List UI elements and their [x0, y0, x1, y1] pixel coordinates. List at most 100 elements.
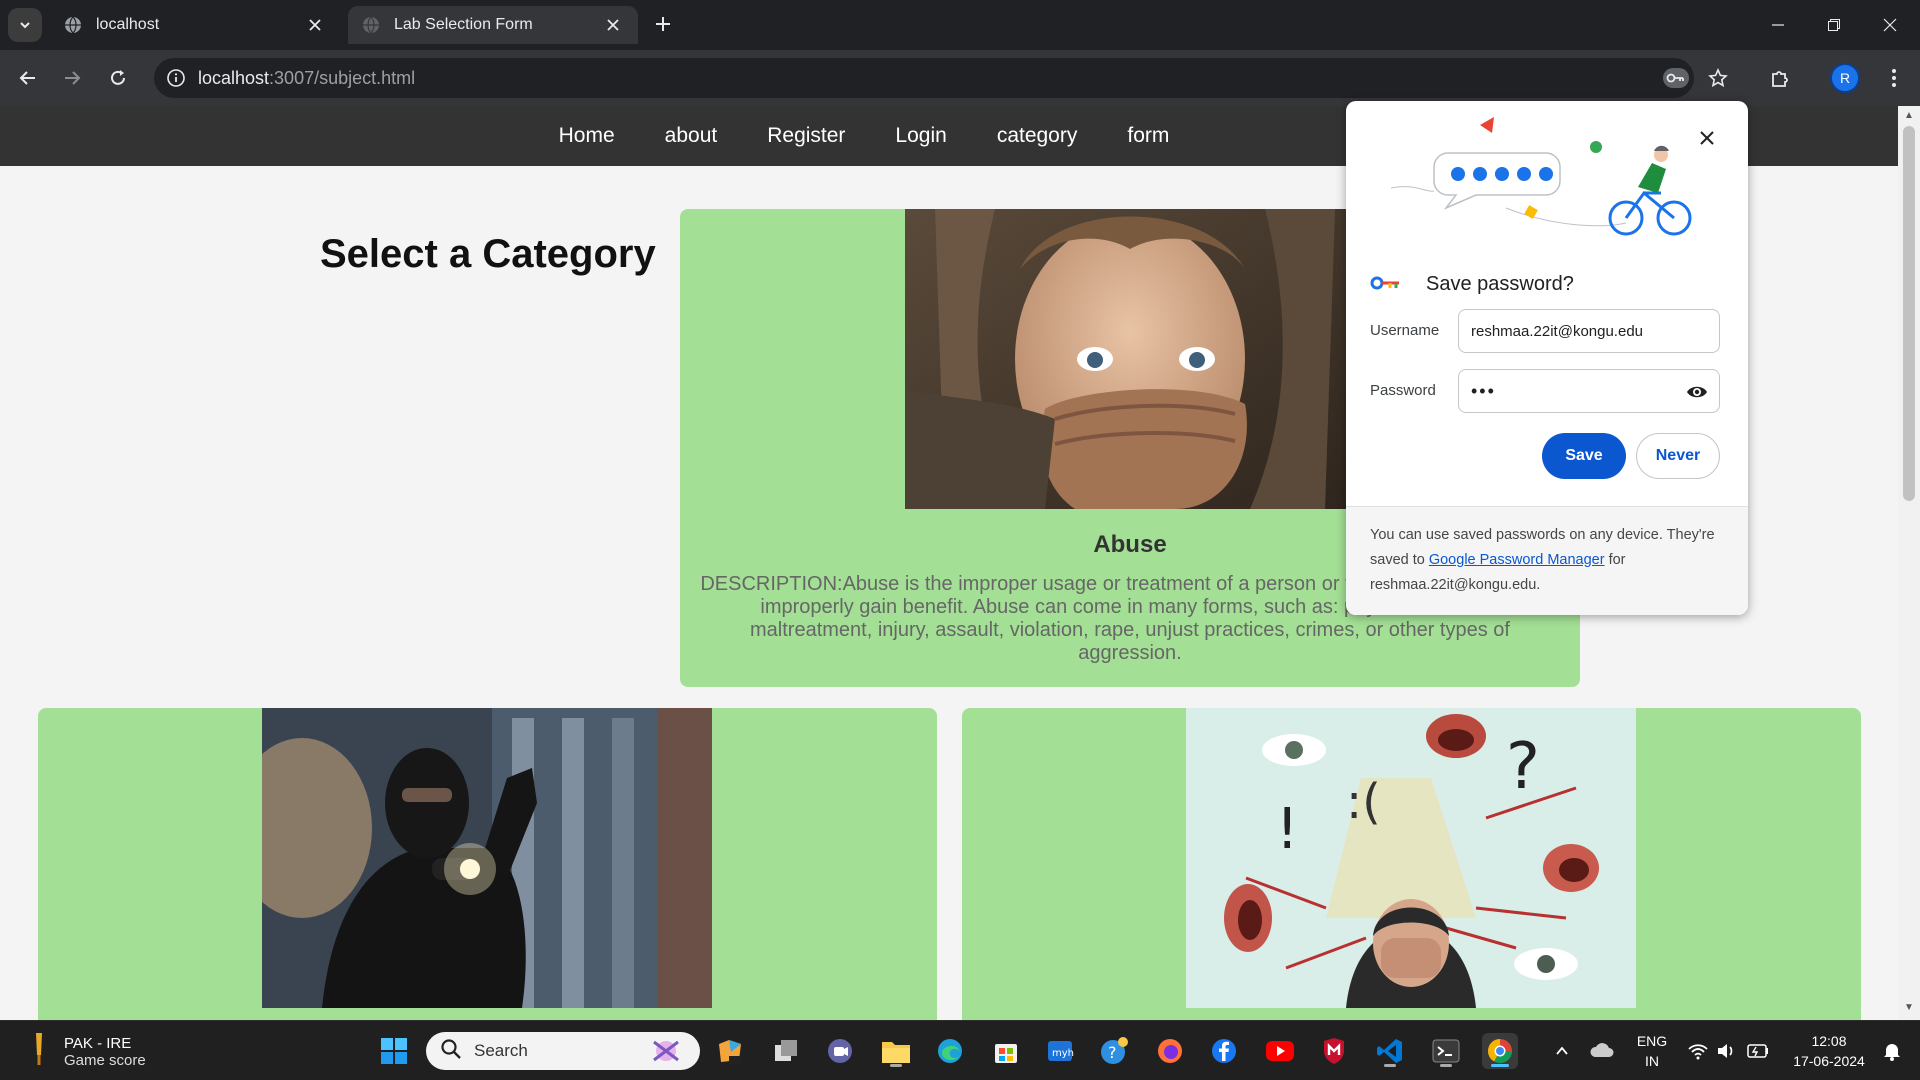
teams-meet-icon[interactable] — [822, 1033, 858, 1069]
new-tab-button[interactable] — [648, 9, 678, 39]
edge-browser-icon[interactable] — [932, 1033, 968, 1069]
windows-taskbar: PAK - IRE Game score Search myhp ? — [0, 1020, 1920, 1080]
close-tab-icon[interactable] — [602, 14, 624, 36]
never-button[interactable]: Never — [1636, 433, 1720, 479]
nav-link-register[interactable]: Register — [767, 124, 845, 148]
username-field[interactable]: reshmaa.22it@kongu.edu — [1458, 309, 1720, 353]
nav-link-category[interactable]: category — [997, 124, 1078, 148]
show-password-eye-icon[interactable] — [1685, 380, 1709, 404]
page-scrollbar[interactable]: ▲ ▼ — [1898, 106, 1920, 1020]
browser-tab-lab-selection-form[interactable]: Lab Selection Form — [348, 6, 638, 44]
back-arrow-icon[interactable] — [10, 60, 46, 96]
search-placeholder: Search — [474, 1041, 528, 1060]
svg-text:!: ! — [1276, 797, 1298, 862]
youtube-icon[interactable] — [1262, 1033, 1298, 1069]
password-field[interactable]: ••• — [1458, 369, 1720, 413]
cricket-bat-icon — [28, 1031, 50, 1072]
search-highlight-icon — [646, 1036, 686, 1071]
show-hidden-icons-chevron-icon[interactable] — [1544, 1033, 1580, 1069]
google-password-manager-link[interactable]: Google Password Manager — [1429, 552, 1605, 568]
tab-search-button[interactable] — [8, 8, 42, 42]
scroll-up-icon[interactable]: ▲ — [1904, 110, 1914, 121]
browser-tab-localhost[interactable]: localhost — [50, 6, 340, 44]
widget-headline: PAK - IRE — [64, 1034, 132, 1052]
globe-icon — [362, 16, 380, 34]
nav-link-login[interactable]: Login — [895, 124, 946, 148]
password-label: Password — [1370, 382, 1436, 399]
password-key-icon[interactable] — [1658, 60, 1694, 96]
browser-tab-bar: localhost Lab Selection Form — [0, 0, 1920, 50]
minimize-window-button[interactable] — [1750, 0, 1806, 50]
terminal-icon[interactable] — [1428, 1033, 1464, 1069]
svg-text:?: ? — [1506, 730, 1540, 804]
harassment-collage-photo: ? ! :( — [1186, 708, 1636, 1008]
nav-link-form[interactable]: form — [1127, 124, 1169, 148]
username-label: Username — [1370, 322, 1440, 339]
chrome-icon[interactable] — [1482, 1033, 1518, 1069]
task-view-icon[interactable] — [768, 1033, 804, 1069]
site-info-icon[interactable] — [164, 66, 188, 90]
facebook-icon[interactable] — [1206, 1033, 1242, 1069]
svg-text:?: ? — [1108, 1043, 1117, 1062]
region-code: IN — [1645, 1053, 1659, 1069]
category-card-theft[interactable] — [38, 708, 937, 1020]
firefox-icon[interactable] — [1152, 1033, 1188, 1069]
news-widget[interactable]: PAK - IRE Game score — [28, 1031, 146, 1072]
help-tips-icon[interactable]: ? — [1096, 1033, 1132, 1069]
save-button[interactable]: Save — [1542, 433, 1626, 479]
language-indicator[interactable]: ENG IN — [1632, 1031, 1672, 1071]
svg-text:myhp: myhp — [1052, 1048, 1074, 1059]
close-tab-icon[interactable] — [304, 14, 326, 36]
dialog-heading: Save password? — [1426, 273, 1574, 295]
nav-link-home[interactable]: Home — [559, 124, 615, 148]
restore-window-button[interactable] — [1806, 0, 1862, 50]
globe-icon — [64, 16, 82, 34]
notification-bell-icon[interactable] — [1874, 1033, 1910, 1069]
extensions-puzzle-icon[interactable] — [1762, 60, 1798, 96]
vscode-icon[interactable] — [1372, 1033, 1408, 1069]
save-password-dialog: Save password? Username reshmaa.22it@kon… — [1346, 101, 1748, 615]
url-path: :3007/subject.html — [269, 67, 416, 88]
password-illustration — [1386, 113, 1706, 243]
browser-toolbar: localhost:3007/subject.html R — [0, 50, 1920, 106]
page-title: Select a Category — [320, 232, 656, 276]
clock[interactable]: 12:08 17-06-2024 — [1782, 1031, 1876, 1071]
profile-avatar[interactable]: R — [1830, 63, 1860, 93]
close-window-button[interactable] — [1862, 0, 1918, 50]
bookmark-star-icon[interactable] — [1700, 60, 1736, 96]
tab-title: Lab Selection Form — [394, 16, 533, 33]
copilot-icon[interactable] — [712, 1033, 748, 1069]
category-card-harassment[interactable]: ? ! :( — [962, 708, 1861, 1020]
svg-text::(: :( — [1346, 774, 1381, 830]
password-value: ••• — [1471, 380, 1496, 401]
clock-date: 17-06-2024 — [1793, 1053, 1865, 1069]
browser-menu-icon[interactable] — [1876, 60, 1912, 96]
forward-arrow-icon[interactable] — [54, 60, 90, 96]
dialog-footer: You can use saved passwords on any devic… — [1346, 506, 1748, 615]
widget-subtitle: Game score — [64, 1051, 146, 1069]
scrollbar-thumb[interactable] — [1903, 126, 1915, 501]
url-host: localhost — [198, 67, 270, 88]
mcafee-icon[interactable] — [1316, 1033, 1352, 1069]
file-explorer-icon[interactable] — [878, 1033, 914, 1069]
abuse-photo — [905, 209, 1355, 509]
nav-link-about[interactable]: about — [665, 124, 718, 148]
scroll-down-icon[interactable]: ▼ — [1904, 1002, 1914, 1013]
battery-icon[interactable] — [1740, 1033, 1776, 1069]
onedrive-cloud-icon[interactable] — [1584, 1033, 1620, 1069]
search-icon — [440, 1038, 462, 1065]
microsoft-store-icon[interactable] — [988, 1033, 1024, 1069]
password-manager-key-icon — [1370, 273, 1402, 298]
windows-start-icon[interactable] — [376, 1033, 412, 1069]
volume-icon[interactable] — [1708, 1033, 1744, 1069]
clock-time: 12:08 — [1811, 1033, 1847, 1049]
username-value: reshmaa.22it@kongu.edu — [1471, 322, 1644, 340]
taskbar-search-box[interactable]: Search — [426, 1032, 700, 1070]
tab-title: localhost — [96, 16, 160, 33]
close-dialog-icon[interactable] — [1692, 123, 1722, 153]
burglar-photo — [262, 708, 712, 1008]
address-bar[interactable]: localhost:3007/subject.html — [154, 58, 1694, 98]
reload-icon[interactable] — [100, 60, 136, 96]
myhp-icon[interactable]: myhp — [1042, 1033, 1078, 1069]
language-code: ENG — [1636, 1033, 1668, 1049]
